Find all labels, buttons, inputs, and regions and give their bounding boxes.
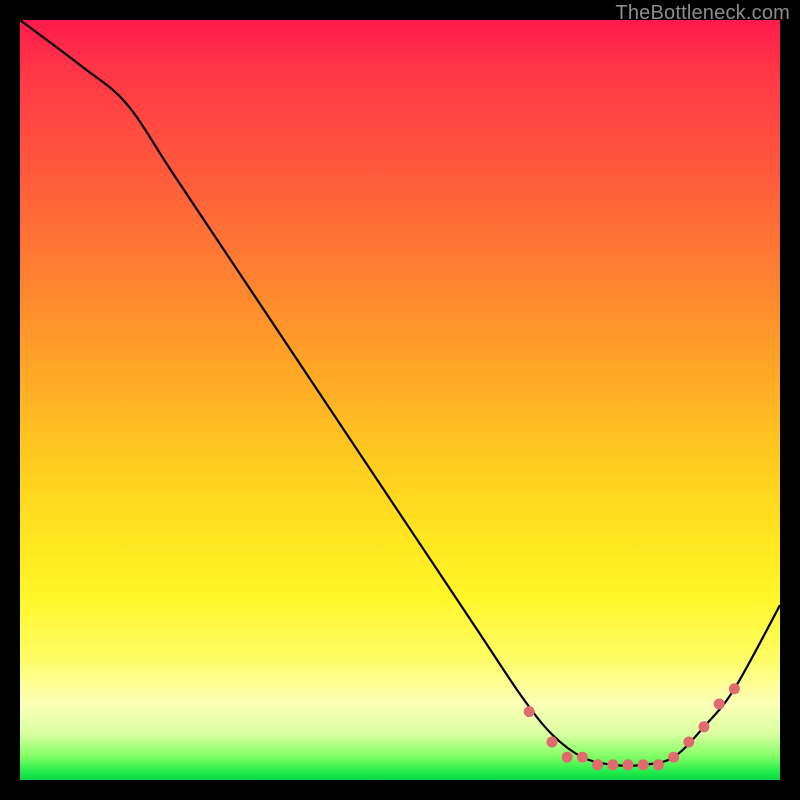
chart-line-group	[20, 20, 780, 766]
chart-marker	[668, 752, 679, 763]
chart-marker	[714, 699, 725, 710]
chart-marker	[592, 759, 603, 770]
chart-svg	[20, 20, 780, 780]
chart-marker	[562, 752, 573, 763]
watermark-text: TheBottleneck.com	[615, 2, 790, 25]
chart-marker	[623, 759, 634, 770]
chart-plot-area	[20, 20, 780, 780]
chart-marker	[638, 759, 649, 770]
chart-marker	[729, 683, 740, 694]
chart-marker	[683, 737, 694, 748]
chart-markers	[524, 683, 740, 770]
chart-marker	[547, 737, 558, 748]
chart-marker	[699, 721, 710, 732]
chart-marker	[607, 759, 618, 770]
chart-frame: TheBottleneck.com	[0, 0, 800, 800]
chart-marker	[577, 752, 588, 763]
chart-marker	[653, 759, 664, 770]
chart-marker	[524, 706, 535, 717]
bottleneck-curve	[20, 20, 780, 766]
